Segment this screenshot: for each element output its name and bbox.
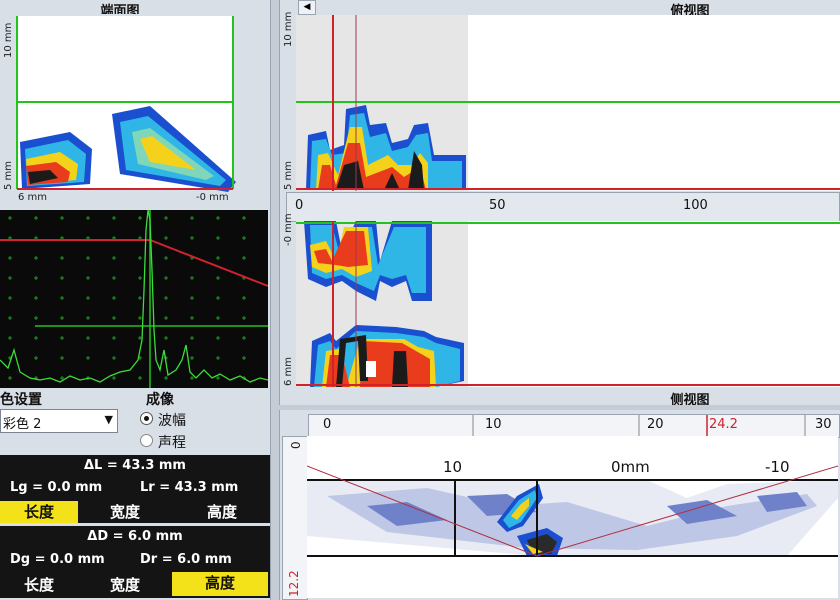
side-view-image xyxy=(307,465,838,557)
top-view-image xyxy=(296,15,840,191)
delta-depth: ΔD = 6.0 mm xyxy=(87,529,183,544)
depth-g: Dg = 0.0 mm xyxy=(10,552,105,567)
length-g: Lg = 0.0 mm xyxy=(10,480,103,495)
palette-select[interactable]: 彩色 2 ▼ xyxy=(0,409,118,433)
imaging-label: 成像 xyxy=(146,392,174,408)
a-scan-waveform xyxy=(0,209,269,388)
top-view-y-top-label: 10 mm xyxy=(283,11,294,47)
end-view-y-top-label: 10 mm xyxy=(3,22,14,58)
radio-unchecked-icon xyxy=(140,434,153,447)
end-view-y-bottom-label: 5 mm xyxy=(3,160,14,190)
chevron-down-icon: ▼ xyxy=(104,413,113,426)
length-r: Lr = 43.3 mm xyxy=(140,480,239,495)
top-view-y-bottom-label: 5 mm xyxy=(283,160,294,190)
end-view-x-left-label: 6 mm xyxy=(18,192,48,203)
vertical-divider[interactable] xyxy=(270,0,280,600)
radio-checked-icon xyxy=(140,412,153,425)
imaging-option-path-label: 声程 xyxy=(158,435,186,451)
top-view-panel[interactable] xyxy=(296,15,840,191)
width-button-2[interactable]: 宽度 xyxy=(86,574,164,596)
side-y-top-label: 0 xyxy=(289,441,303,449)
imaging-option-amplitude-label: 波幅 xyxy=(158,413,186,429)
lower-view-y-top-label: -0 mm xyxy=(283,213,294,246)
side-view-panel[interactable]: 10 0mm -10 xyxy=(307,436,838,598)
length-button-2[interactable]: 长度 xyxy=(0,574,78,596)
lower-view-panel[interactable] xyxy=(296,221,840,387)
delta-length: ΔL = 43.3 mm xyxy=(84,458,186,473)
end-view-x-right-label: -0 mm xyxy=(196,192,229,203)
height-button-2[interactable]: 高度 xyxy=(172,572,268,596)
horizontal-divider[interactable] xyxy=(278,405,840,410)
depth-r: Dr = 6.0 mm xyxy=(140,552,232,567)
end-view-image xyxy=(16,16,236,192)
lower-view-image xyxy=(296,221,840,387)
side-view-ruler: 0 10 20 24.2 30 xyxy=(308,414,840,438)
palette-select-value: 彩色 2 xyxy=(3,417,42,432)
end-view-panel[interactable] xyxy=(0,14,264,202)
width-button[interactable]: 宽度 xyxy=(86,501,164,523)
top-x-tick-0: 0 xyxy=(295,198,304,213)
scroll-left-button[interactable]: ◀ xyxy=(298,0,316,15)
height-button[interactable]: 高度 xyxy=(180,501,264,523)
color-settings-label: 色设置 xyxy=(0,392,42,408)
a-scan-panel[interactable] xyxy=(0,209,269,388)
side-view-y-ruler: 0 12.2 xyxy=(282,436,308,600)
top-x-tick-50: 50 xyxy=(489,198,506,213)
lower-view-y-bottom-label: 6 mm xyxy=(283,356,294,386)
side-y-bottom-label: 12.2 xyxy=(287,570,301,597)
length-button[interactable]: 长度 xyxy=(0,501,78,523)
top-view-x-axis: 0 50 100 xyxy=(286,192,840,222)
top-x-tick-100: 100 xyxy=(683,198,708,213)
